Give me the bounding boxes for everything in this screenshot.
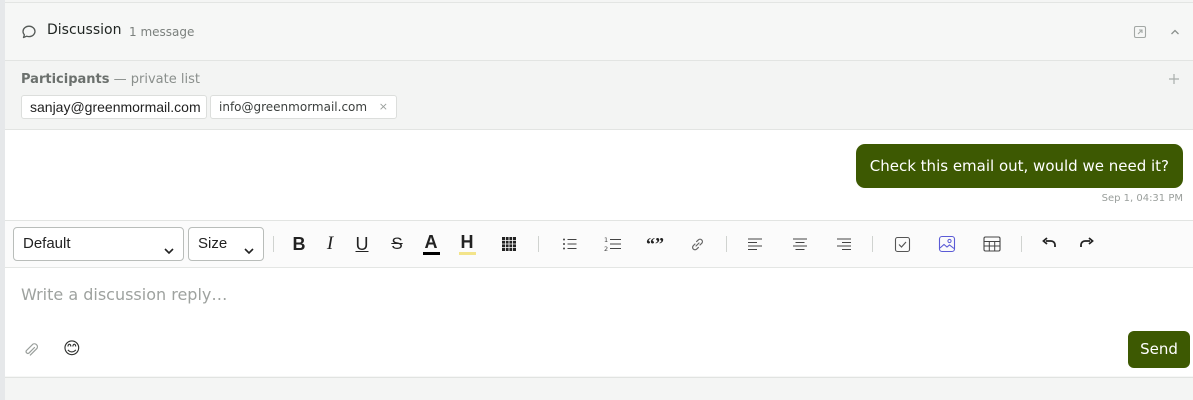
- quote-button[interactable]: “”: [642, 231, 668, 257]
- align-right-button[interactable]: [831, 231, 857, 257]
- send-button[interactable]: Send: [1128, 331, 1190, 368]
- participant-chip[interactable]: info@greenmormail.com ×: [210, 95, 397, 119]
- font-color-icon: A: [424, 232, 438, 252]
- font-family-select[interactable]: Default: [13, 227, 184, 261]
- remove-participant-icon[interactable]: ×: [379, 96, 388, 118]
- chevron-up-icon[interactable]: [1167, 24, 1183, 40]
- toolbar-divider: [1021, 236, 1022, 252]
- redo-icon: [1079, 237, 1095, 251]
- align-center-icon: [792, 237, 808, 251]
- numbered-list-button[interactable]: 12: [600, 231, 626, 257]
- align-left-button[interactable]: [742, 231, 768, 257]
- discussion-header[interactable]: Discussion 1 message: [5, 3, 1193, 61]
- underline-icon: U: [355, 233, 369, 254]
- font-color-swatch: [422, 252, 440, 255]
- bullet-list-icon: [561, 236, 579, 252]
- bold-icon: B: [292, 233, 306, 254]
- editor-toolbar: Default Size B I U S A H 1 2 “”: [5, 221, 1193, 268]
- table-icon: [983, 236, 1001, 252]
- checkbox-icon: [894, 236, 911, 253]
- discussion-title: Discussion: [47, 22, 122, 38]
- align-left-icon: [747, 237, 763, 251]
- align-center-button[interactable]: [787, 231, 813, 257]
- discussion-panel: Discussion 1 message Participants — priv…: [5, 2, 1193, 378]
- italic-icon: I: [326, 233, 334, 254]
- toolbar-divider: [538, 236, 539, 252]
- strikethrough-icon: S: [391, 234, 403, 253]
- strikethrough-button[interactable]: S: [384, 231, 410, 257]
- participants-section: Participants — private list sanjay@green…: [5, 61, 1193, 130]
- font-color-button[interactable]: A: [418, 231, 444, 257]
- chat-bubble-icon: [21, 24, 37, 40]
- numbered-list-icon: 12: [603, 235, 623, 253]
- grid-icon: [501, 236, 517, 252]
- bold-button[interactable]: B: [286, 231, 312, 257]
- highlight-icon: H: [460, 232, 474, 252]
- paperclip-icon[interactable]: [22, 341, 40, 359]
- toolbar-divider: [726, 236, 727, 252]
- svg-text:2: 2: [604, 245, 608, 253]
- chevron-down-icon: [163, 237, 175, 255]
- insert-table-button[interactable]: [979, 231, 1005, 257]
- plus-icon[interactable]: [1167, 71, 1181, 85]
- checklist-button[interactable]: [889, 231, 915, 257]
- reply-composer[interactable]: Write a discussion reply… 😊 Send: [5, 268, 1193, 376]
- svg-text:1: 1: [604, 236, 608, 244]
- participant-chip-input[interactable]: sanjay@greenmormail.com: [21, 95, 207, 119]
- participants-suffix: — private list: [113, 72, 200, 87]
- highlight-button[interactable]: H: [454, 231, 480, 257]
- participants-label: Participants: [21, 72, 110, 87]
- link-icon: [689, 236, 706, 253]
- emoji-icon[interactable]: 😊: [63, 339, 81, 359]
- message-timestamp: Sep 1, 04:31 PM: [1101, 193, 1183, 204]
- message-bubble: Check this email out, would we need it?: [855, 144, 1183, 188]
- chevron-down-icon: [243, 237, 255, 255]
- font-family-value: Default: [23, 235, 71, 252]
- image-icon: [938, 235, 956, 253]
- italic-button[interactable]: I: [317, 231, 343, 257]
- message-count: 1 message: [129, 25, 195, 39]
- insert-image-button[interactable]: [934, 231, 960, 257]
- expand-icon[interactable]: [1132, 24, 1148, 40]
- grid-button[interactable]: [496, 231, 522, 257]
- message-list: Check this email out, would we need it? …: [5, 130, 1193, 221]
- bullet-list-button[interactable]: [557, 231, 583, 257]
- undo-button[interactable]: [1036, 231, 1062, 257]
- redo-button[interactable]: [1074, 231, 1100, 257]
- font-size-select[interactable]: Size: [188, 227, 264, 261]
- participants-heading: Participants — private list: [21, 72, 200, 87]
- quote-icon: “”: [646, 233, 664, 254]
- participant-email: info@greenmormail.com: [219, 100, 368, 114]
- highlight-swatch: [458, 252, 476, 255]
- toolbar-divider: [273, 236, 274, 252]
- participant-email: sanjay@greenmormail.com: [30, 99, 201, 115]
- font-size-value: Size: [198, 235, 228, 252]
- underline-button[interactable]: U: [349, 231, 375, 257]
- link-button[interactable]: [684, 231, 710, 257]
- undo-icon: [1041, 237, 1057, 251]
- toolbar-divider: [872, 236, 873, 252]
- align-right-icon: [836, 237, 852, 251]
- reply-input[interactable]: Write a discussion reply…: [21, 285, 227, 304]
